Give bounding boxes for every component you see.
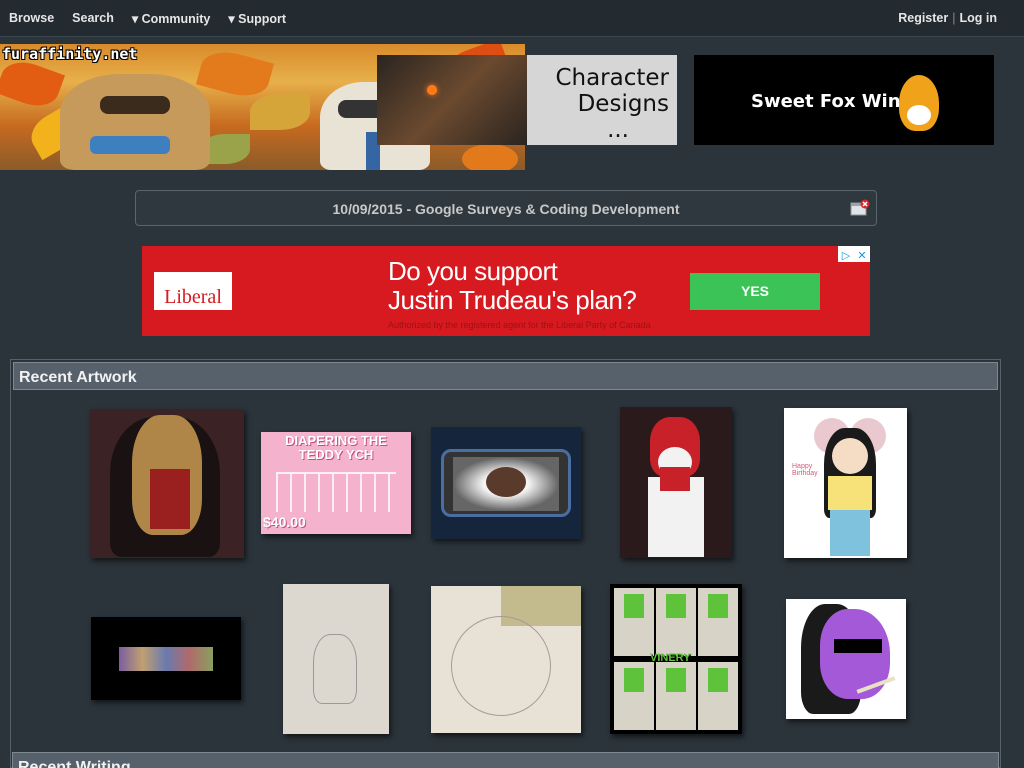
- artwork-thumbnail[interactable]: DIAPERING THE TEDDY YCH $40.00: [261, 432, 411, 534]
- artwork-thumbnail[interactable]: [283, 584, 389, 734]
- login-link[interactable]: Log in: [960, 11, 998, 25]
- character-designs-text: Character Designs ...: [555, 65, 669, 143]
- recent-writing-header: Recent Writing: [12, 752, 999, 768]
- teddy-price-text: $40.00: [263, 514, 306, 530]
- artwork-thumbnail[interactable]: [786, 599, 906, 719]
- adchoices-icon[interactable]: ▷: [838, 248, 854, 264]
- site-logo[interactable]: furaffinity.net: [2, 45, 137, 63]
- nav-separator: |: [952, 11, 956, 25]
- artwork-thumbnail[interactable]: [431, 586, 581, 733]
- ad-question: Do you support Justin Trudeau's plan?: [388, 256, 637, 315]
- nav-search[interactable]: Search: [72, 11, 114, 26]
- artwork-thumbnail[interactable]: [620, 407, 732, 558]
- recent-writing-title: Recent Writing: [18, 759, 131, 768]
- recent-artwork-header: Recent Artwork: [13, 362, 998, 390]
- artwork-thumbnail[interactable]: Happy Birthday: [784, 408, 907, 558]
- nav-browse[interactable]: Browse: [9, 11, 54, 26]
- pumpkin-image: [462, 144, 518, 170]
- recent-artwork-title: Recent Artwork: [19, 369, 137, 386]
- artwork-thumbnail[interactable]: [431, 427, 581, 539]
- yes-button[interactable]: YES: [690, 273, 820, 310]
- site-notice[interactable]: 10/09/2015 - Google Surveys & Coding Dev…: [135, 190, 877, 226]
- close-ad-icon[interactable]: ✕: [854, 248, 870, 264]
- liberal-ad[interactable]: Liberal Do you support Justin Trudeau's …: [142, 246, 870, 336]
- liberal-logo: Liberal: [154, 272, 232, 310]
- ad-authorization: Authorized by the registered agent for t…: [388, 320, 651, 330]
- artwork-thumbnail[interactable]: [91, 617, 241, 700]
- top-nav: Browse Search ▾ Community ▾ Support Regi…: [0, 0, 1024, 37]
- ad-choices[interactable]: ▷ ✕: [838, 246, 870, 262]
- notice-title[interactable]: 10/09/2015 - Google Surveys & Coding Dev…: [136, 201, 876, 217]
- kangaroo-character: [60, 74, 210, 170]
- dragon-art: [377, 55, 527, 145]
- vinery-text: VINERY: [650, 652, 691, 664]
- nav-community[interactable]: ▾ Community: [132, 11, 211, 26]
- sweet-fox-wings-ad[interactable]: Sweet Fox Wings: [694, 55, 994, 145]
- register-link[interactable]: Register: [898, 11, 948, 25]
- teddy-title-text: DIAPERING THE TEDDY YCH: [285, 433, 387, 462]
- fox-icon: [899, 75, 939, 131]
- artwork-thumbnail[interactable]: VINERY: [610, 584, 742, 734]
- birthday-text: Happy Birthday: [792, 463, 818, 477]
- artwork-thumbnail[interactable]: [90, 409, 244, 558]
- character-designs-ad[interactable]: Character Designs ...: [377, 55, 677, 145]
- dismiss-notice-icon[interactable]: [850, 199, 870, 217]
- nav-support[interactable]: ▾ Support: [228, 11, 286, 26]
